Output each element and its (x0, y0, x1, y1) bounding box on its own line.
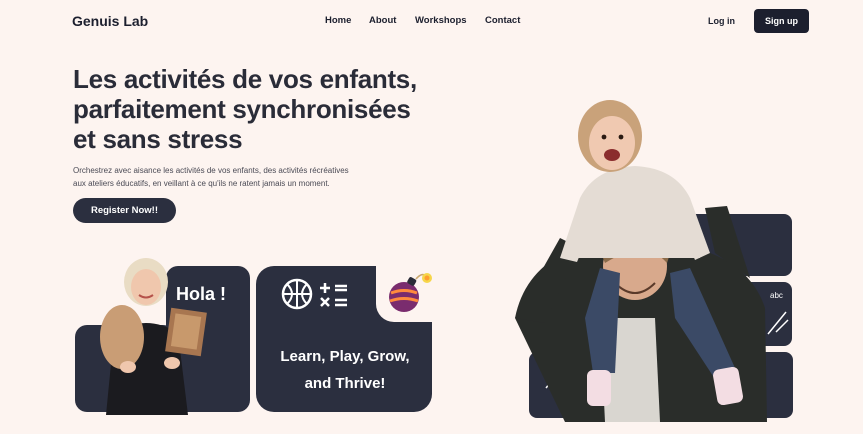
father-child-photo (515, 100, 767, 422)
hero-description-line: aux ateliers éducatifs, en veillant à ce… (73, 179, 330, 188)
nav-link-home[interactable]: Home (325, 15, 351, 26)
brand-logo[interactable]: Genuis Lab (72, 13, 148, 29)
bomb-icon (389, 273, 432, 312)
hero-title-line: Les activités de vos enfants, (73, 64, 417, 94)
learn-tagline-line: Learn, Play, Grow, (280, 348, 410, 365)
basketball-math-icon (281, 278, 347, 310)
login-link[interactable]: Log in (708, 16, 735, 26)
hero-title-line: et sans stress (73, 124, 243, 154)
hero-description: Orchestrez avec aisance les activités de… (73, 164, 433, 190)
learn-tagline-line: and Thrive! (304, 375, 386, 392)
hero-description-line: Orchestrez avec aisance les activités de… (73, 166, 349, 175)
learn-tagline: Learn, Play, Grow, and Thrive! (258, 343, 432, 397)
navbar: Genuis Lab Home About Workshops Contact … (0, 0, 863, 42)
nav-link-contact[interactable]: Contact (485, 15, 520, 26)
register-now-button[interactable]: Register Now!! (73, 198, 176, 223)
hero-title: Les activités de vos enfants, parfaiteme… (73, 64, 493, 154)
signup-button[interactable]: Sign up (754, 9, 809, 33)
hero-title-line: parfaitement synchronisées (73, 94, 411, 124)
nav-link-about[interactable]: About (369, 15, 396, 26)
teacher-photo (100, 258, 207, 415)
nav-link-workshops[interactable]: Workshops (415, 15, 467, 26)
